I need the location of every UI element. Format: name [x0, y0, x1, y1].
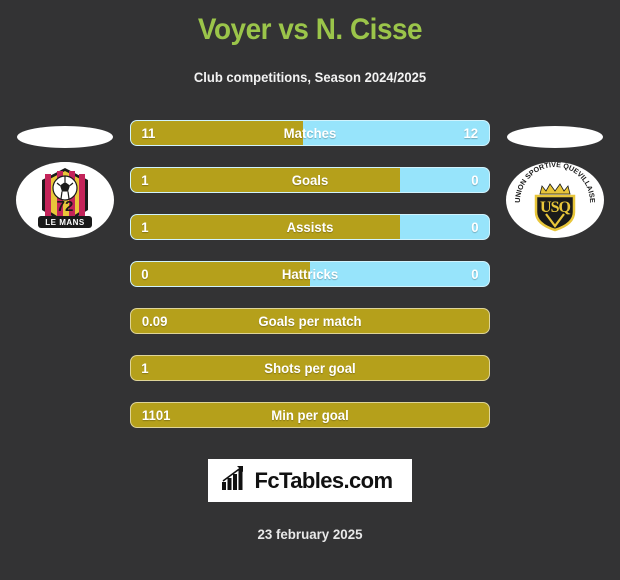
comparison-section: 72 LE MANS 11 Matches 12 1 Goals 0 1 Ass…	[0, 120, 620, 430]
stat-row-hattricks[interactable]: 0 Hattricks 0	[130, 261, 490, 287]
date-label: 23 february 2025	[257, 526, 363, 542]
bar-chart-icon	[221, 466, 248, 495]
home-team-logo-column: 72 LE MANS	[0, 120, 130, 300]
svg-text:LE MANS: LE MANS	[45, 218, 85, 227]
stat-bars-list: 11 Matches 12 1 Goals 0 1 Assists 0 0 Ha…	[130, 120, 490, 449]
away-value: 0	[471, 266, 479, 282]
home-logo-highlight-ellipse	[17, 126, 113, 148]
stat-label: Matches	[283, 125, 337, 141]
fctables-brand-box[interactable]: FcTables.com	[207, 459, 413, 502]
brand-name: FcTables.com	[254, 467, 393, 493]
stat-row-goals-per-match[interactable]: 0.09 Goals per match	[130, 308, 490, 334]
stat-label: Hattricks	[281, 266, 339, 282]
stat-label: Shots per goal	[264, 360, 356, 376]
away-team-logo-column: UNION SPORTIVE QUEVILLAISE USQ	[490, 120, 620, 300]
footer: FcTables.com 23 february 2025	[0, 459, 620, 580]
stat-row-shots-per-goal[interactable]: 1 Shots per goal	[130, 355, 490, 381]
away-value: 0	[471, 219, 479, 235]
page-subtitle: Club competitions, Season 2024/2025	[193, 69, 427, 85]
svg-text:72: 72	[57, 198, 74, 215]
away-logo-highlight-ellipse	[507, 126, 603, 148]
page-title: Voyer vs N. Cisse	[197, 13, 423, 46]
stat-row-min-per-goal[interactable]: 1101 Min per goal	[130, 402, 490, 428]
stat-label: Goals	[291, 172, 329, 188]
stat-label: Min per goal	[271, 407, 349, 423]
away-value: 0	[471, 172, 479, 188]
away-value: 12	[463, 125, 479, 141]
header: Voyer vs N. Cisse Club competitions, Sea…	[0, 0, 620, 85]
stat-row-matches[interactable]: 11 Matches 12	[130, 120, 490, 146]
stat-label: Assists	[286, 219, 334, 235]
stat-row-goals[interactable]: 1 Goals 0	[130, 167, 490, 193]
stat-row-assists[interactable]: 1 Assists 0	[130, 214, 490, 240]
svg-text:USQ: USQ	[540, 199, 570, 216]
union-sportive-quevillaise-logo[interactable]: UNION SPORTIVE QUEVILLAISE USQ	[506, 162, 604, 238]
stat-label: Goals per match	[258, 313, 362, 329]
le-mans-fc-logo[interactable]: 72 LE MANS	[16, 162, 114, 238]
